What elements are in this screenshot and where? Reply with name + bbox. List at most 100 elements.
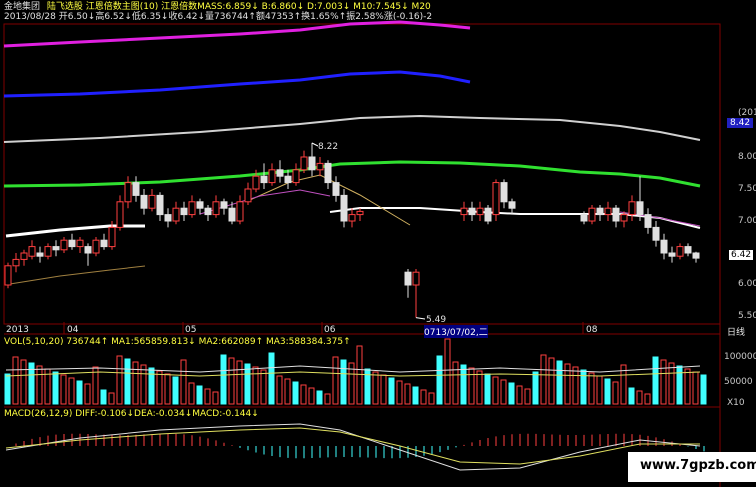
ma-gray — [3, 114, 701, 143]
candle-body — [612, 207, 620, 222]
candle-body — [60, 239, 68, 251]
candle-body — [44, 246, 52, 257]
volume-bar — [356, 345, 363, 405]
price-tick-label: 8.00 — [738, 152, 756, 162]
candle-body — [204, 207, 212, 216]
volume-bar — [420, 389, 427, 405]
candle-body — [356, 210, 364, 216]
candle-body — [228, 207, 236, 222]
volume-header: VOL(5,10,20) 736744↑ MA1:565859.813↓ MA2… — [4, 337, 355, 348]
candle-body — [212, 201, 220, 216]
volume-bar — [572, 366, 579, 405]
candle-body — [476, 207, 484, 216]
time-label: 05 — [185, 325, 197, 335]
candle-body — [684, 246, 692, 254]
candle-body — [460, 207, 468, 216]
candle-body — [84, 246, 92, 254]
ohlc-line: 2013/08/28 开6.50↓高6.52↓低6.35↓收6.42↓量7367… — [4, 12, 436, 23]
ma-short-3 — [9, 265, 146, 285]
volume-bar — [676, 365, 683, 405]
candle-body — [324, 162, 332, 184]
volume-bar — [284, 378, 291, 405]
candle-body — [692, 252, 700, 259]
candle-body — [628, 201, 636, 216]
candle-body — [164, 214, 172, 222]
volume-bar — [492, 376, 499, 405]
candle-body — [236, 201, 244, 222]
period-label[interactable]: 日线 — [727, 325, 745, 338]
volume-bar — [524, 388, 531, 405]
ma-upper-blue — [3, 70, 471, 98]
ohlc-values: 2013/08/28 开6.50↓高6.52↓低6.35↓收6.42↓量7367… — [4, 12, 433, 22]
volume-bar — [388, 377, 395, 405]
volume-bar — [636, 390, 643, 405]
volume-bar — [444, 338, 451, 405]
crosshair-date: 0713/07/02,二 — [424, 325, 488, 338]
volume-bar — [596, 375, 603, 405]
candle-body — [308, 156, 316, 171]
candle-body — [28, 246, 36, 257]
volume-tick-label: 100000 — [724, 352, 756, 362]
volume-bar — [668, 362, 675, 405]
ma-green — [3, 160, 701, 188]
volume-bar — [540, 354, 547, 405]
time-label: 2013 — [6, 325, 29, 335]
ma-upper-magenta — [3, 20, 471, 48]
volume-values: VOL(5,10,20) 736744↑ MA1:565859.813↓ MA2… — [4, 337, 351, 347]
volume-bar — [220, 354, 227, 405]
volume-bar — [484, 373, 491, 405]
volume-bar — [316, 390, 323, 405]
candle-body — [76, 239, 84, 248]
volume-bar — [180, 359, 187, 405]
volume-bar — [276, 375, 283, 405]
volume-bar — [412, 386, 419, 405]
candle-body — [268, 169, 276, 184]
candle-body — [300, 156, 308, 171]
candle-body — [316, 162, 324, 171]
volume-bar — [340, 359, 347, 405]
candle-body — [108, 226, 116, 248]
volume-bar — [108, 392, 115, 405]
volume-bar — [12, 356, 19, 405]
candle-body — [196, 201, 204, 209]
volume-tick-label: X10 — [727, 398, 745, 408]
volume-bar — [188, 382, 195, 405]
candle-body — [668, 252, 676, 257]
candle-body — [12, 258, 20, 267]
time-label: 06 — [324, 325, 336, 335]
current-price-box: 6.42 — [729, 250, 754, 260]
volume-bar — [132, 361, 139, 405]
price-tick-label: 5.50 — [738, 311, 756, 321]
macd-dea — [5, 427, 700, 465]
volume-bar — [252, 366, 259, 405]
price-tick-label: (2012) — [738, 108, 756, 118]
candle-body — [244, 188, 252, 203]
volume-bar — [164, 373, 171, 405]
volume-bar — [692, 371, 699, 405]
volume-bar — [172, 376, 179, 405]
candle-body — [292, 169, 300, 184]
candle-body — [284, 175, 292, 184]
candle-body — [220, 201, 228, 209]
ma-white-left — [5, 224, 145, 238]
volume-bar — [116, 355, 123, 405]
candle-body — [180, 207, 188, 216]
volume-bar — [124, 358, 131, 405]
volume-bar — [628, 387, 635, 405]
candle-body — [652, 226, 660, 241]
candle-body — [580, 214, 588, 222]
macd-values: MACD(26,12,9) DIFF:-0.106↓DEA:-0.034↓MAC… — [4, 409, 259, 419]
volume-bar — [588, 372, 595, 405]
macd-diff — [5, 423, 701, 471]
volume-bar — [604, 378, 611, 405]
volume-bar — [508, 382, 515, 405]
high-price-box: 8.42 — [727, 118, 754, 128]
gap-mask-2 — [420, 222, 620, 322]
candle-body — [468, 207, 476, 216]
low-annotation: 5.49 — [426, 315, 447, 325]
volume-bar — [580, 369, 587, 405]
candle-body — [68, 239, 76, 248]
volume-bar — [500, 379, 507, 405]
candle-body — [500, 182, 508, 203]
candle-body — [604, 207, 612, 216]
